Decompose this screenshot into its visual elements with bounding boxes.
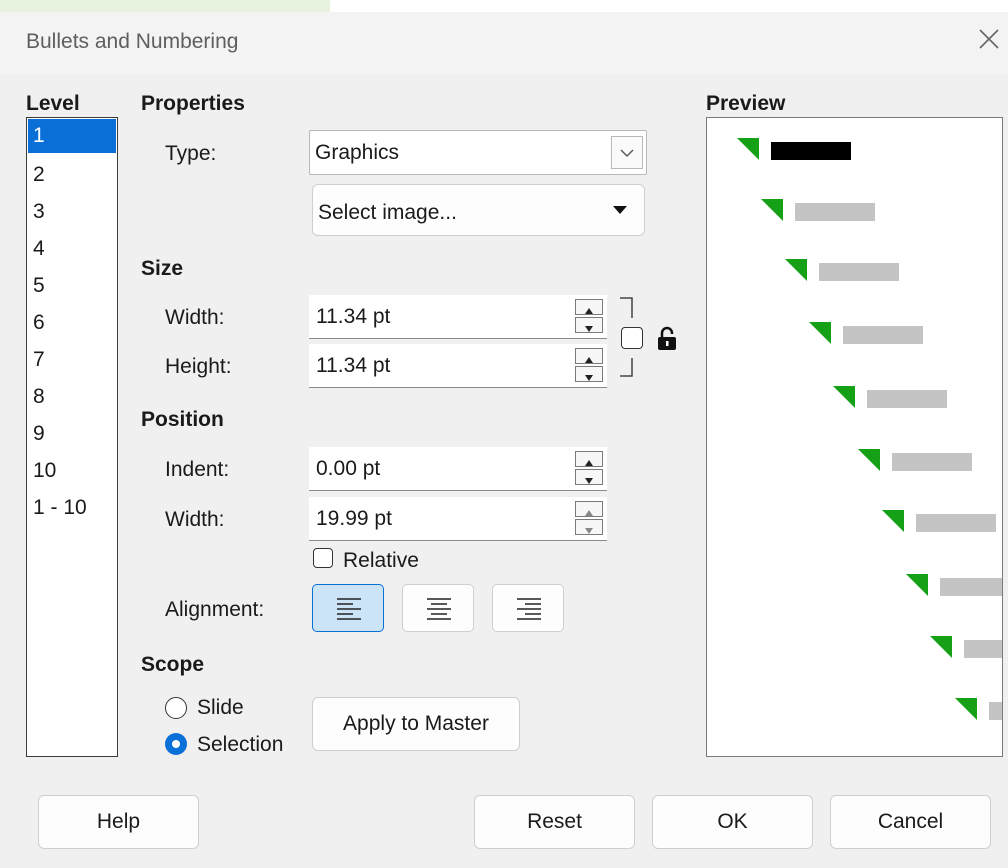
preview-level-5 xyxy=(831,384,947,410)
decrement-icon[interactable] xyxy=(575,366,603,382)
preview-heading: Preview xyxy=(706,92,786,115)
level-item[interactable]: 5 xyxy=(28,269,116,303)
align-center-button[interactable] xyxy=(402,584,474,632)
position-width-stepper[interactable] xyxy=(575,501,605,537)
level-item[interactable]: 3 xyxy=(28,195,116,229)
size-width-label: Width: xyxy=(165,306,225,329)
title-bar: Bullets and Numbering xyxy=(0,0,1008,74)
size-width-value: 11.34 pt xyxy=(316,305,391,328)
type-label: Type: xyxy=(165,142,217,165)
alignment-label: Alignment: xyxy=(165,598,265,621)
align-right-button[interactable] xyxy=(492,584,564,632)
level-item[interactable]: 6 xyxy=(28,306,116,340)
size-height-value: 11.34 pt xyxy=(316,354,391,377)
graphic-bullet-icon xyxy=(906,574,928,596)
preview-level-2 xyxy=(759,197,875,223)
dialog-title: Bullets and Numbering xyxy=(26,30,239,53)
background-app-strip xyxy=(0,0,1008,12)
size-height-field[interactable]: 11.34 pt xyxy=(309,344,607,388)
preview-pane xyxy=(706,117,1003,757)
level-item[interactable]: 10 xyxy=(28,454,116,488)
help-button[interactable]: Help xyxy=(38,795,199,849)
preview-level-3 xyxy=(783,257,899,283)
level-item[interactable]: 9 xyxy=(28,417,116,451)
graphic-bullet-icon xyxy=(761,199,783,221)
size-height-stepper[interactable] xyxy=(575,348,605,384)
align-left-button[interactable] xyxy=(312,584,384,632)
preview-level-8 xyxy=(904,572,1002,598)
align-center-icon xyxy=(427,598,451,620)
indent-stepper[interactable] xyxy=(575,451,605,487)
preview-level-7 xyxy=(880,508,996,534)
select-image-button[interactable]: Select image... xyxy=(312,184,645,236)
increment-icon[interactable] xyxy=(575,348,603,364)
level-item[interactable]: 2 xyxy=(28,158,116,192)
apply-to-master-button[interactable]: Apply to Master xyxy=(312,697,520,751)
increment-icon[interactable] xyxy=(575,501,603,517)
select-image-label: Select image... xyxy=(318,201,457,224)
slide-radio-label[interactable]: Slide xyxy=(197,696,244,720)
graphic-bullet-icon xyxy=(737,138,759,160)
background-strip-segment xyxy=(0,0,330,12)
selection-radio-label[interactable]: Selection xyxy=(197,733,283,757)
relative-checkbox[interactable] xyxy=(313,548,333,568)
cancel-button[interactable]: Cancel xyxy=(830,795,991,849)
position-width-value: 19.99 pt xyxy=(316,507,392,530)
relative-label[interactable]: Relative xyxy=(343,549,419,573)
size-height-label: Height: xyxy=(165,355,232,378)
decrement-icon[interactable] xyxy=(575,317,603,333)
level-item[interactable]: 4 xyxy=(28,232,116,266)
chevron-down-icon[interactable] xyxy=(611,136,643,169)
level-list[interactable]: 1 2 3 4 5 6 7 8 9 10 1 - 10 xyxy=(26,117,118,757)
graphic-bullet-icon xyxy=(858,449,880,471)
indent-field[interactable]: 0.00 pt xyxy=(309,447,607,491)
scope-heading: Scope xyxy=(141,653,205,676)
preview-level-9 xyxy=(928,634,1002,660)
position-width-field[interactable]: 19.99 pt xyxy=(309,497,607,541)
keep-ratio-checkbox[interactable] xyxy=(621,327,643,349)
align-right-icon xyxy=(517,598,541,620)
unlocked-padlock-icon xyxy=(658,326,676,350)
increment-icon[interactable] xyxy=(575,299,603,315)
graphic-bullet-icon xyxy=(955,698,977,720)
reset-button[interactable]: Reset xyxy=(474,795,635,849)
slide-radio[interactable] xyxy=(165,697,187,719)
graphic-bullet-icon xyxy=(930,636,952,658)
graphic-bullet-icon xyxy=(809,322,831,344)
position-heading: Position xyxy=(141,408,224,431)
type-dropdown[interactable]: Graphics xyxy=(309,130,647,175)
align-left-icon xyxy=(337,598,361,620)
graphic-bullet-icon xyxy=(882,510,904,532)
position-width-label: Width: xyxy=(165,508,225,531)
selection-radio[interactable] xyxy=(165,733,187,755)
level-item[interactable]: 1 xyxy=(28,119,116,153)
graphic-bullet-icon xyxy=(833,386,855,408)
type-value: Graphics xyxy=(315,141,400,164)
level-item[interactable]: 1 - 10 xyxy=(28,491,116,525)
size-heading: Size xyxy=(141,257,184,280)
preview-level-6 xyxy=(856,447,972,473)
size-width-stepper[interactable] xyxy=(575,299,605,335)
decrement-icon[interactable] xyxy=(575,519,603,535)
graphic-bullet-icon xyxy=(785,259,807,281)
caret-down-icon xyxy=(613,206,627,214)
level-item[interactable]: 7 xyxy=(28,343,116,377)
preview-level-4 xyxy=(807,320,923,346)
preview-level-1 xyxy=(735,136,851,162)
ok-button[interactable]: OK xyxy=(652,795,813,849)
decrement-icon[interactable] xyxy=(575,469,603,485)
indent-label: Indent: xyxy=(165,458,230,481)
preview-level-10 xyxy=(953,696,1002,722)
size-width-field[interactable]: 11.34 pt xyxy=(309,295,607,339)
close-icon[interactable] xyxy=(976,26,1002,52)
increment-icon[interactable] xyxy=(575,451,603,467)
level-item[interactable]: 8 xyxy=(28,380,116,414)
properties-heading: Properties xyxy=(141,92,245,115)
level-heading: Level xyxy=(26,92,80,115)
indent-value: 0.00 pt xyxy=(316,457,381,480)
